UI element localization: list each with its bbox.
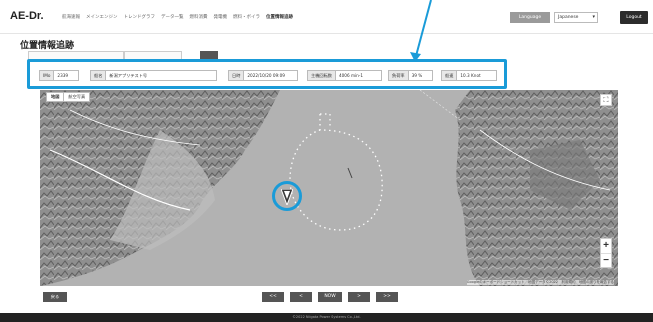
last-button[interactable]: >> (376, 292, 398, 302)
next-button[interactable]: > (348, 292, 370, 302)
vessel-marker-highlight[interactable] (272, 181, 302, 211)
language-select[interactable]: Japanese ▾ (554, 12, 598, 23)
back-button[interactable]: 戻る (43, 292, 67, 302)
map-type-tabs: 地図 航空写真 (46, 92, 91, 102)
map-attribution: Googleのキーボードショートカット 地図データ©2022 利用規約 地図の誤… (466, 280, 614, 285)
page-title: 位置情報追跡 (20, 41, 75, 51)
load-factor-field: 負荷率 39 % (388, 70, 433, 81)
language-value: Japanese (558, 15, 579, 20)
main-nav: 航海速報 メインエンジン トレンドグラフ データ一覧 燃料消費 発電機 燃料・ボ… (62, 14, 293, 20)
app-logo[interactable]: AE-Dr. (10, 10, 44, 22)
prev-button[interactable]: < (290, 292, 312, 302)
first-button[interactable]: << (262, 292, 284, 302)
top-bar: AE-Dr. 航海速報 メインエンジン トレンドグラフ データ一覧 燃料消費 発… (0, 0, 653, 34)
logout-button[interactable]: Logout (620, 11, 648, 24)
zoom-control: + − (600, 238, 612, 268)
now-button[interactable]: NOW (318, 292, 342, 302)
zoom-out-button[interactable]: − (601, 253, 611, 267)
datetime-field: 日時 2022/10/20 09:09 (228, 70, 298, 81)
time-navigation: << < NOW > >> (262, 292, 398, 302)
nav-item-data-list[interactable]: データ一覧 (161, 14, 184, 20)
ship-name-field: 船名 新潟アプリテスト号 (90, 70, 217, 81)
nav-item-boiler[interactable]: 燃料・ボイラ (233, 14, 260, 20)
engine-rpm-field: 主機回転数 4006 min-1 (307, 70, 382, 81)
zoom-in-button[interactable]: + (601, 239, 611, 253)
map-terrain (40, 90, 618, 286)
language-label: Language (510, 12, 550, 23)
nav-item-trend-graph[interactable]: トレンドグラフ (124, 14, 156, 20)
nav-item-generator[interactable]: 発電機 (214, 14, 228, 20)
ship-info-bar: IMo 2339 船名 新潟アプリテスト号 日時 2022/10/20 09:0… (27, 59, 507, 89)
vessel-icon (281, 189, 293, 205)
tab-satellite[interactable]: 航空写真 (64, 93, 89, 101)
nav-item-voyage[interactable]: 航海速報 (62, 14, 80, 20)
nav-item-position-tracking[interactable]: 位置情報追跡 (266, 14, 293, 20)
ship-speed-field: 船速 10.3 Knot (441, 70, 497, 81)
nav-item-main-engine[interactable]: メインエンジン (86, 14, 118, 20)
nav-item-fuel[interactable]: 燃料消費 (190, 14, 208, 20)
fullscreen-icon[interactable]: ⛶ (600, 94, 612, 106)
tab-map[interactable]: 地図 (47, 93, 65, 101)
imo-field: IMo 2339 (39, 70, 79, 81)
footer: ©2022 Niigata Power Systems Co.,Ltd. (0, 313, 653, 322)
map-view[interactable]: 地図 航空写真 ⛶ + − Googleのキーボードショートカット 地図データ©… (40, 90, 618, 286)
chevron-down-icon: ▾ (592, 14, 595, 20)
